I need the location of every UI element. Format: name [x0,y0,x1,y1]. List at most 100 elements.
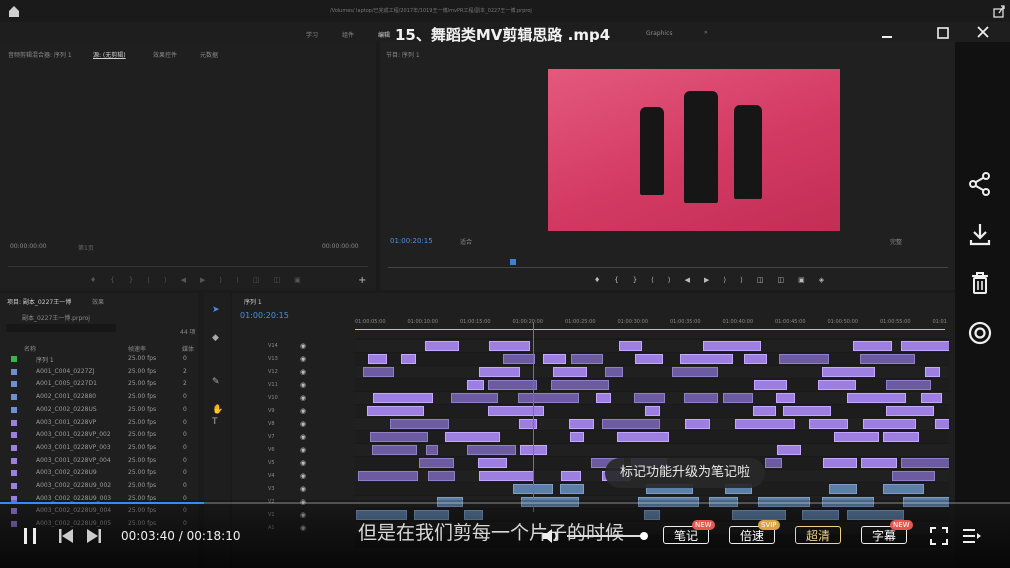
timeline-clip[interactable] [553,367,587,377]
timeline-clip[interactable] [925,367,940,377]
track-label[interactable]: V8 [268,421,275,427]
timeline-clip[interactable] [735,419,795,429]
timeline-clip[interactable] [883,484,924,494]
target-icon[interactable] [967,320,993,346]
workspace-tab-graphics[interactable]: Graphics [646,30,673,37]
project-item-row[interactable]: A003_C002_0228U9 25.00 fps 0 [0,468,198,479]
label-color-swatch[interactable] [11,394,17,401]
timeline-clip[interactable] [605,367,623,377]
source-add-icon[interactable]: + [358,275,366,286]
label-color-swatch[interactable] [11,444,17,451]
timeline-clip[interactable] [543,354,566,364]
timeline-clip[interactable] [619,341,642,351]
timeline-clip[interactable] [754,380,787,390]
timeline-clip[interactable] [488,406,544,416]
timeline-clip[interactable] [551,380,609,390]
track-visibility-icon[interactable]: ◉ [300,381,306,389]
timeline-clip[interactable] [451,393,498,403]
type-tool-icon[interactable]: T [212,417,218,427]
timeline-clip[interactable] [776,393,795,403]
timeline-clip[interactable] [779,354,829,364]
timeline-clip[interactable] [777,445,801,455]
timeline-clip[interactable] [425,341,459,351]
track-visibility-icon[interactable]: ◉ [300,407,306,415]
hand-tool-icon[interactable]: ✋ [212,405,223,415]
timeline-clip[interactable] [901,458,949,468]
workspace-tab-learn[interactable]: 学习 [306,30,318,39]
download-icon[interactable] [967,221,993,247]
tab-sequence[interactable]: 序列 1 [244,297,262,306]
timeline-clip[interactable] [901,341,949,351]
track-visibility-icon[interactable]: ◉ [300,433,306,441]
timeline-clip[interactable] [847,393,906,403]
timeline-clip[interactable] [428,471,455,481]
previous-icon[interactable] [58,528,74,548]
timeline-clip[interactable] [886,380,931,390]
track-visibility-icon[interactable]: ◉ [300,355,306,363]
tab-audio-mixer[interactable]: 音频剪辑混合器: 序列 1 [8,50,72,59]
project-item-row[interactable]: A003_C001_0228VP_002 25.00 fps 0 [0,430,198,441]
track-label[interactable]: V10 [268,395,278,401]
track-visibility-icon[interactable]: ◉ [300,472,306,480]
quality-dropdown[interactable]: 完整 [890,237,902,246]
timeline-playhead[interactable] [533,322,534,512]
timeline-clip[interactable] [783,406,831,416]
track-label[interactable]: V5 [268,460,275,466]
timeline-clip[interactable] [834,432,879,442]
timeline-clip[interactable] [853,341,892,351]
timeline-clip[interactable] [863,419,916,429]
timeline-clip[interactable] [684,393,718,403]
project-item-row[interactable]: A002_C002_0228US 25.00 fps 0 [0,405,198,416]
timeline-clip[interactable] [596,393,611,403]
timeline-clip[interactable] [703,341,761,351]
track-label[interactable]: V11 [268,382,278,388]
source-scrubber[interactable] [8,266,368,267]
project-search-input[interactable] [6,324,116,332]
timeline-clip[interactable] [822,367,875,377]
label-color-swatch[interactable] [11,432,17,439]
track-label[interactable]: V4 [268,473,275,479]
timeline-clip[interactable] [519,419,537,429]
close-icon[interactable] [975,24,991,40]
quality-button[interactable]: 超清 [795,526,841,544]
timeline-clip[interactable] [823,458,857,468]
label-color-swatch[interactable] [11,406,17,413]
timeline-clip[interactable] [809,419,848,429]
pause-icon[interactable] [22,527,38,549]
fit-dropdown[interactable]: 适合 [460,237,472,246]
minimize-icon[interactable] [880,25,894,39]
more-tabs-icon[interactable]: » [704,29,708,36]
timeline-clip[interactable] [680,354,733,364]
project-item-row[interactable]: A002_C001_022880 25.00 fps 0 [0,392,198,403]
timeline-clip[interactable] [569,419,594,429]
timeline-clip[interactable] [829,484,857,494]
timeline-clip[interactable] [560,484,584,494]
track-label[interactable]: V13 [268,356,278,362]
home-icon[interactable] [6,3,22,17]
timeline-clip[interactable] [672,367,718,377]
timeline-clip[interactable] [419,458,454,468]
label-color-swatch[interactable] [11,368,17,375]
timeline-clip[interactable] [467,445,516,455]
source-transport-controls[interactable]: ♦{}⟨⟩◀▶⟩⟩◫◫▣ [90,276,315,284]
track-visibility-icon[interactable]: ◉ [300,485,306,493]
volume-icon[interactable] [541,527,563,549]
timeline-clip[interactable] [488,380,537,390]
timeline-clip[interactable] [886,406,934,416]
playlist-icon[interactable] [962,527,982,549]
timeline-clip[interactable] [426,445,438,455]
track-visibility-icon[interactable]: ◉ [300,446,306,454]
timeline-clip[interactable] [634,393,665,403]
timeline-clip[interactable] [503,354,535,364]
volume-slider-handle[interactable] [640,532,648,540]
column-fps[interactable]: 帧速率 [128,344,146,353]
timeline-clip[interactable] [617,432,669,442]
track-label[interactable]: V6 [268,447,275,453]
track-label[interactable]: V14 [268,343,278,349]
column-media[interactable]: 媒体 [182,344,194,353]
project-item-row[interactable]: A003_C001_0228VP 25.00 fps 0 [0,418,198,429]
timeline-clip[interactable] [363,367,394,377]
timeline-clip[interactable] [390,419,449,429]
project-item-row[interactable]: A003_C002_0228U9_002 25.00 fps 0 [0,481,198,492]
program-playhead[interactable] [510,259,516,265]
